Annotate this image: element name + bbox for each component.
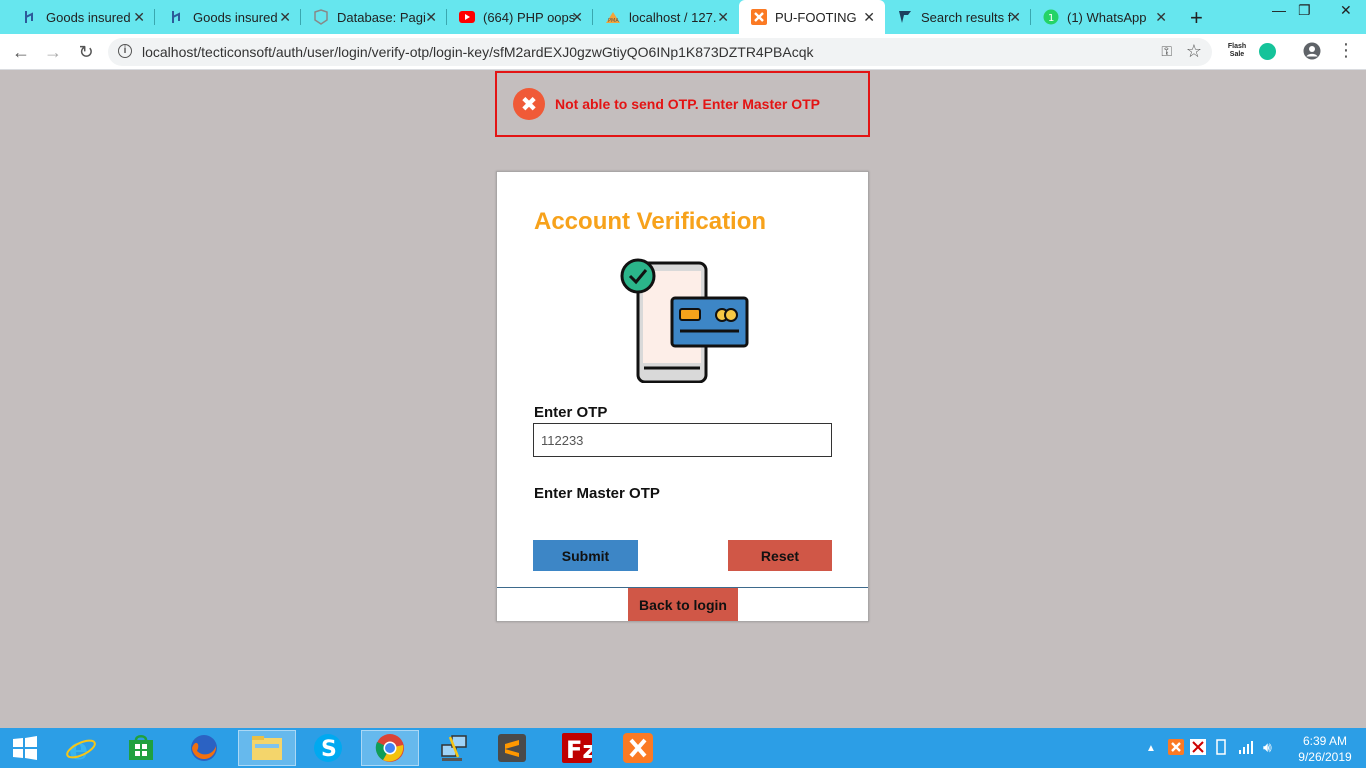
internet-explorer-icon[interactable]: e [52,730,110,766]
tab-phpmyadmin[interactable]: PMA localhost / 127. ✕ [593,0,739,34]
minimize-icon[interactable]: — [1272,2,1286,18]
alert-message: Not able to send OTP. Enter Master OTP [555,96,821,112]
verification-card: Account Verification Enter OTP Enter Mas… [496,171,869,622]
error-circle-icon: ✖ [513,88,545,120]
close-tab-icon[interactable]: ✕ [133,9,145,26]
browser-toolbar: ← → ↻ i localhost/tecticonsoft/auth/user… [0,34,1366,70]
firefox-icon[interactable] [175,730,233,766]
address-bar[interactable]: i localhost/tecticonsoft/auth/user/login… [108,38,1212,66]
phpmyadmin-icon: PMA [605,9,621,25]
sublime-text-icon[interactable] [483,730,541,766]
back-icon[interactable]: ← [10,41,32,63]
tab-title: (1) WhatsApp [1067,9,1147,25]
search-results-icon [897,9,913,25]
network-app-icon[interactable] [425,730,483,766]
tab-title: Goods insured [193,9,278,25]
phone-payment-card-icon [620,258,749,383]
key-icon[interactable]: ⚿ [1161,43,1172,60]
volume-icon[interactable]: 🔊︎ [1263,739,1272,756]
restore-icon[interactable]: ❐ [1298,2,1311,19]
svg-text:PMA: PMA [608,18,619,24]
profile-avatar-icon[interactable] [1303,42,1321,65]
system-clock[interactable]: 6:39 AM 9/26/2019 [1288,733,1362,765]
show-hidden-icons-icon[interactable]: ▲ [1146,743,1156,754]
whatsapp-icon: 1 [1043,9,1059,25]
xampp-taskbar-icon[interactable] [609,730,667,766]
new-tab-icon[interactable]: + [1190,5,1203,31]
reset-button[interactable]: Reset [728,540,832,571]
tab-title: Goods insured [46,9,131,25]
svg-text:S: S [321,737,337,762]
close-tab-icon[interactable]: ✕ [1155,9,1167,26]
tab-database-pagination[interactable]: Database: Pagi ✕ [301,0,447,34]
otp-input[interactable] [533,423,832,457]
error-alert: ✖ Not able to send OTP. Enter Master OTP [495,71,870,137]
browser-tab-strip: Goods insured ✕ Goods insured ✕ Database… [0,0,1366,34]
flash-sale-extension-icon[interactable]: Flash Sale [1226,43,1248,59]
submit-button[interactable]: Submit [533,540,638,571]
forward-icon[interactable]: → [42,41,64,63]
close-tab-icon[interactable]: ✕ [717,9,729,26]
windows-taskbar: e S Fz ▲ 🔊︎ 6:39 AM 9/26/2019 [0,728,1366,768]
store-icon[interactable] [112,730,170,766]
signal-strength-icon[interactable] [1238,740,1254,757]
filezilla-tray-icon[interactable] [1190,739,1206,758]
tab-goods-insured-1[interactable]: Goods insured ✕ [0,0,155,34]
tab-title: PU-FOOTING [775,9,857,25]
filezilla-icon[interactable]: Fz [548,730,606,766]
xampp-tray-icon[interactable] [1168,739,1184,758]
tab-youtube[interactable]: (664) PHP oops ✕ [447,0,593,34]
close-window-icon[interactable]: ✕ [1340,2,1352,19]
tab-goods-insured-2[interactable]: Goods insured ✕ [155,0,301,34]
clock-date: 9/26/2019 [1298,750,1352,764]
laravel-icon [313,9,329,25]
chrome-icon[interactable] [361,730,419,766]
svg-text:1: 1 [1048,13,1054,24]
device-tray-icon[interactable] [1214,739,1228,758]
svg-text:Fz: Fz [566,736,592,763]
tab-title: (664) PHP oops [483,9,576,25]
close-tab-icon[interactable]: ✕ [863,9,875,26]
tab-title: Search results f [921,9,1012,25]
tab-whatsapp[interactable]: 1 (1) WhatsApp ✕ [1031,0,1177,34]
clock-time: 6:39 AM [1302,734,1348,748]
tab-title: localhost / 127. [629,9,717,25]
tab-title: Database: Pagi [337,9,426,25]
xampp-icon [751,9,767,25]
laravel-icon [22,9,38,25]
youtube-icon [459,9,475,25]
laravel-icon [169,9,185,25]
close-tab-icon[interactable]: ✕ [1009,9,1021,26]
otp-label: Enter OTP [534,404,608,421]
windows-start-icon[interactable] [0,730,50,766]
close-tab-icon[interactable]: ✕ [279,9,291,26]
bookmark-star-icon[interactable]: ☆ [1186,41,1202,62]
grammarly-extension-icon[interactable] [1259,43,1276,60]
skype-icon[interactable]: S [299,730,357,766]
close-tab-icon[interactable]: ✕ [425,9,437,26]
back-to-login-button[interactable]: Back to login [628,588,738,621]
site-info-icon[interactable]: i [118,44,132,58]
tab-pu-footing[interactable]: PU-FOOTING ✕ [739,0,885,34]
page-title: Account Verification [534,208,767,235]
file-explorer-icon[interactable] [238,730,296,766]
reload-icon[interactable]: ↻ [75,41,97,63]
url-text[interactable]: localhost/tecticonsoft/auth/user/login/v… [142,44,814,60]
tab-search-results[interactable]: Search results f ✕ [885,0,1031,34]
master-otp-label: Enter Master OTP [534,485,660,502]
close-tab-icon[interactable]: ✕ [571,9,583,26]
browser-menu-icon[interactable]: ⋮ [1337,40,1355,61]
